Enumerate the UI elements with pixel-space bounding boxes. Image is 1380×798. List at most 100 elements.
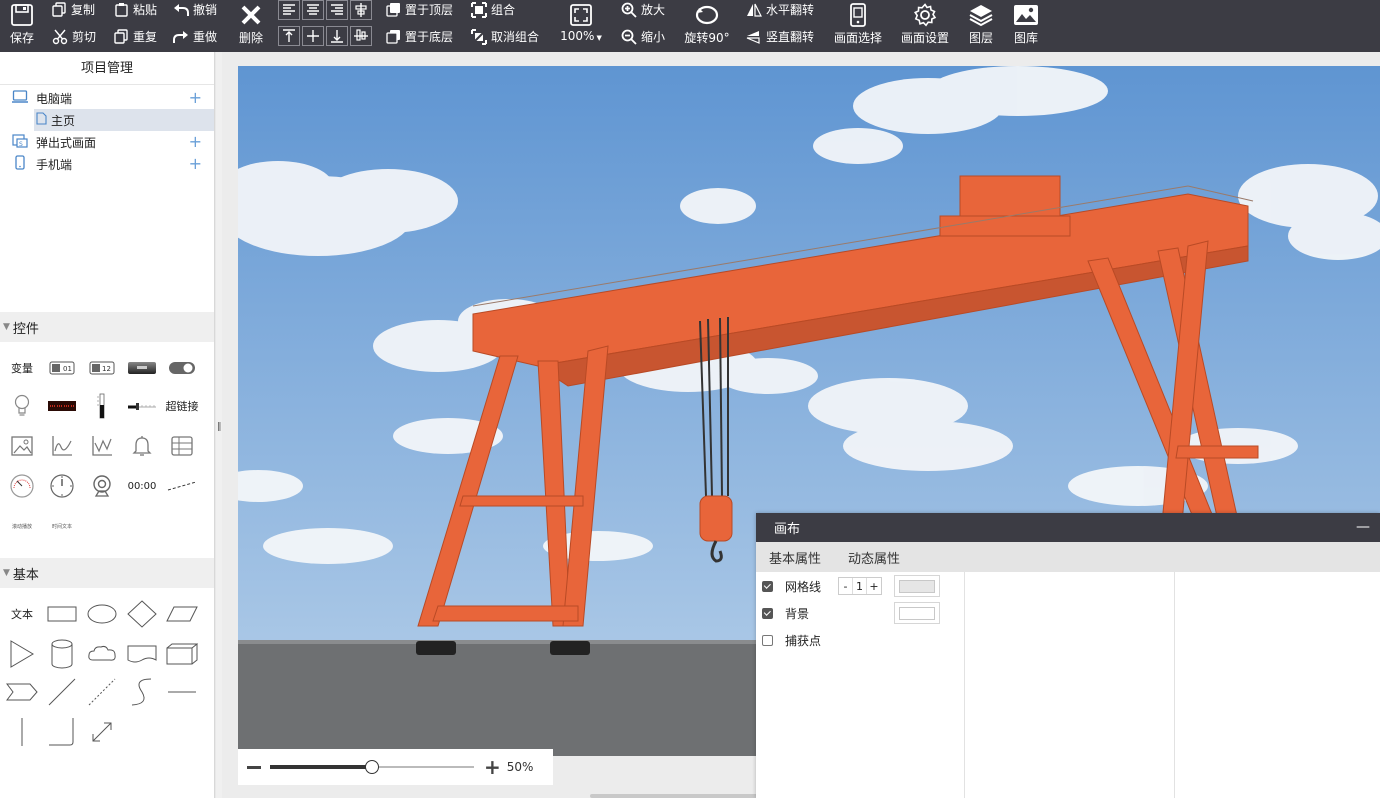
send-to-bottom-button[interactable]: 置于底层 <box>386 28 453 45</box>
tab-basic-properties[interactable]: 基本属性 <box>769 548 821 567</box>
snap-points-checkbox[interactable] <box>762 634 773 646</box>
variable-control[interactable]: 变量 <box>2 352 42 384</box>
dial-gauge-control[interactable] <box>42 470 82 502</box>
curve-shape[interactable] <box>122 676 162 708</box>
align-top-button[interactable] <box>278 26 300 46</box>
clock-control[interactable]: 00:00 <box>122 470 162 502</box>
time-text-control[interactable]: 时间文本 <box>42 510 82 542</box>
background-checkbox[interactable] <box>762 607 773 619</box>
basic-section-header[interactable]: ▼ 基本 <box>0 558 214 588</box>
layers-button[interactable]: 图层 <box>965 3 997 46</box>
copy-button[interactable]: 复制 <box>52 1 95 18</box>
paste-button[interactable]: 粘贴 <box>114 1 157 18</box>
rectangle-shape[interactable] <box>42 598 82 630</box>
parallelogram-shape[interactable] <box>162 598 202 630</box>
grid-size-increment[interactable]: + <box>867 578 881 594</box>
grid-size-decrement[interactable]: - <box>839 578 853 594</box>
diamond-shape[interactable] <box>122 598 162 630</box>
tree-item-desktop[interactable]: 电脑端 + <box>0 87 214 109</box>
align-bottom-button[interactable] <box>326 26 348 46</box>
bring-to-top-button[interactable]: 置于顶层 <box>386 1 453 18</box>
zoom-minus-icon[interactable] <box>247 765 261 769</box>
cube-shape[interactable] <box>162 638 202 670</box>
redo-button[interactable]: 重做 <box>173 28 217 45</box>
double-arrow-shape[interactable] <box>82 716 122 748</box>
properties-panel-header[interactable]: 画布 — <box>756 513 1380 542</box>
camera-control[interactable] <box>82 470 122 502</box>
duplicate-button[interactable]: 重复 <box>114 28 157 45</box>
trend-chart-control[interactable] <box>42 430 82 462</box>
align-left-button[interactable] <box>278 0 300 20</box>
align-top-icon <box>283 29 295 42</box>
tree-item-mobile[interactable]: 手机端 + <box>0 153 214 175</box>
triangle-shape[interactable] <box>2 638 42 670</box>
hyperlink-control[interactable]: 超链接 <box>162 390 202 422</box>
undo-button[interactable]: 撤销 <box>173 1 217 18</box>
vertical-line-shape[interactable] <box>2 716 42 748</box>
document-shape[interactable] <box>122 638 162 670</box>
tree-item-home[interactable]: 主页 <box>34 109 214 131</box>
led-display-control[interactable] <box>42 390 82 422</box>
cut-button[interactable]: 剪切 <box>52 28 96 45</box>
zoom-slider[interactable] <box>270 760 474 774</box>
dashed-line-shape[interactable] <box>82 676 122 708</box>
thermometer-control[interactable] <box>82 390 122 422</box>
gallery-button[interactable]: 图库 <box>1010 3 1042 46</box>
slider-control[interactable] <box>122 390 162 422</box>
elbow-connector-shape[interactable] <box>42 716 82 748</box>
marquee-control[interactable]: 滚动播放 <box>2 510 42 542</box>
history-chart-control[interactable] <box>82 430 122 462</box>
delete-button[interactable]: 删除 <box>235 3 267 46</box>
add-page-button[interactable]: + <box>189 90 202 106</box>
tab-dynamic-properties[interactable]: 动态属性 <box>848 548 900 567</box>
tree-item-popup[interactable]: S 弹出式画面 + <box>0 131 214 153</box>
align-middle-button[interactable] <box>302 26 324 46</box>
splitter-grip-icon[interactable]: ‖ <box>217 422 222 432</box>
table-control[interactable] <box>162 430 202 462</box>
image-control[interactable] <box>2 430 42 462</box>
toggle-control[interactable] <box>162 352 202 384</box>
light-bulb-control[interactable] <box>2 390 42 422</box>
zoom-in-button[interactable]: 放大 <box>621 1 665 18</box>
align-hcenter-button[interactable] <box>350 0 372 20</box>
cylinder-shape[interactable] <box>42 638 82 670</box>
text-input-control[interactable] <box>122 352 162 384</box>
ungroup-button[interactable]: 取消组合 <box>471 28 539 45</box>
grid-size-stepper[interactable]: - 1 + <box>838 577 882 595</box>
background-color-picker[interactable] <box>894 602 940 624</box>
save-button[interactable]: 保存 <box>6 3 38 46</box>
controls-section-header[interactable]: ▼ 控件 <box>0 312 214 342</box>
zoom-plus-icon[interactable]: + <box>484 757 501 777</box>
switch-01-control[interactable]: 01 <box>42 352 82 384</box>
grid-color-picker[interactable] <box>894 575 940 597</box>
zoom-slider-thumb[interactable] <box>365 760 379 774</box>
zoom-out-button[interactable]: 缩小 <box>621 28 665 45</box>
add-mobile-button[interactable]: + <box>189 156 202 172</box>
flip-horizontal-button[interactable]: 水平翻转 <box>746 1 814 18</box>
align-vcenter-button[interactable] <box>350 26 372 46</box>
align-right-button[interactable] <box>326 0 348 20</box>
cloud-shape[interactable] <box>82 638 122 670</box>
horizontal-line-shape[interactable] <box>162 676 202 708</box>
rotate-90-button[interactable]: 旋转90° <box>682 3 732 46</box>
ellipse-shape[interactable] <box>82 598 122 630</box>
numeric-display-control[interactable]: 12 <box>82 352 122 384</box>
switch-display-icon: 01 <box>49 361 75 375</box>
line-shape[interactable] <box>42 676 82 708</box>
send-back-icon <box>386 30 400 44</box>
grid-checkbox[interactable] <box>762 580 773 592</box>
screen-select-button[interactable]: 画面选择 <box>830 3 886 46</box>
group-button[interactable]: 组合 <box>471 1 515 18</box>
speed-gauge-control[interactable] <box>2 470 42 502</box>
pipe-control[interactable] <box>162 470 202 502</box>
text-shape[interactable]: 文本 <box>2 598 42 630</box>
screen-settings-button[interactable]: 画面设置 <box>896 3 954 46</box>
alarm-control[interactable] <box>122 430 162 462</box>
minimize-icon[interactable]: — <box>1356 519 1370 535</box>
align-center-button[interactable] <box>302 0 324 20</box>
fit-zoom-button[interactable]: 100% ▼ <box>557 3 605 43</box>
flip-vertical-button[interactable]: 竖直翻转 <box>746 28 814 45</box>
chevron-shape[interactable] <box>2 676 42 708</box>
add-popup-button[interactable]: + <box>189 134 202 150</box>
grid-size-value[interactable]: 1 <box>853 578 867 594</box>
